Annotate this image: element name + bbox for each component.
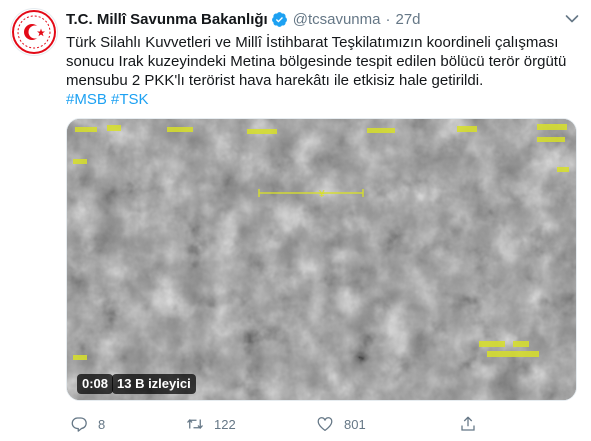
tweet-text-line: mensubu 2 PKK'lı terörist hava harekâtı … <box>66 72 484 89</box>
share-icon <box>461 416 475 431</box>
like-button[interactable]: 801 <box>316 410 366 438</box>
retweet-count: 122 <box>214 416 236 432</box>
tweet-time[interactable]: 27d <box>395 11 420 28</box>
video-duration-badge: 0:08 <box>77 374 114 394</box>
video-player[interactable]: ¥ 0:08 13 B izleyici <box>66 118 577 401</box>
tweet-text-line: Türk Silahlı Kuvvetleri ve Millî İstihba… <box>66 34 559 51</box>
tweet-actions: 8 122 801 <box>66 410 577 438</box>
svg-text:¥: ¥ <box>318 189 325 200</box>
reply-button[interactable]: 8 <box>70 410 105 438</box>
share-button[interactable] <box>459 410 487 438</box>
caret-down-icon[interactable] <box>565 14 579 24</box>
avatar[interactable] <box>10 8 58 56</box>
retweet-button[interactable]: 122 <box>186 410 236 438</box>
tweet-card[interactable]: T.C. Millî Savunma Bakanlığı @tcsavunma … <box>0 0 591 441</box>
reply-icon <box>71 417 87 432</box>
tweet-header: T.C. Millî Savunma Bakanlığı @tcsavunma … <box>66 9 421 29</box>
ministry-logo <box>12 10 56 54</box>
video-views-badge: 13 B izleyici <box>112 374 196 394</box>
reply-count: 8 <box>98 416 106 432</box>
hashtag-link[interactable]: #TSK <box>111 91 149 108</box>
author-name[interactable]: T.C. Millî Savunma Bakanlığı <box>66 11 268 28</box>
like-count: 801 <box>344 416 366 432</box>
verified-icon <box>271 11 288 28</box>
retweet-icon <box>187 419 203 429</box>
separator-dot: · <box>385 10 391 28</box>
tweet-text: Türk Silahlı Kuvvetleri ve Millî İstihba… <box>66 33 581 109</box>
like-icon <box>317 417 333 432</box>
hashtag-list: #MSB #TSK <box>66 90 581 109</box>
hashtag-link[interactable]: #MSB <box>66 91 107 108</box>
author-handle[interactable]: @tcsavunma <box>293 11 381 28</box>
thermal-video-frame: ¥ <box>67 119 576 400</box>
tweet-text-line: sonucu Irak kuzeyindeki Metina bölgesind… <box>66 53 567 70</box>
